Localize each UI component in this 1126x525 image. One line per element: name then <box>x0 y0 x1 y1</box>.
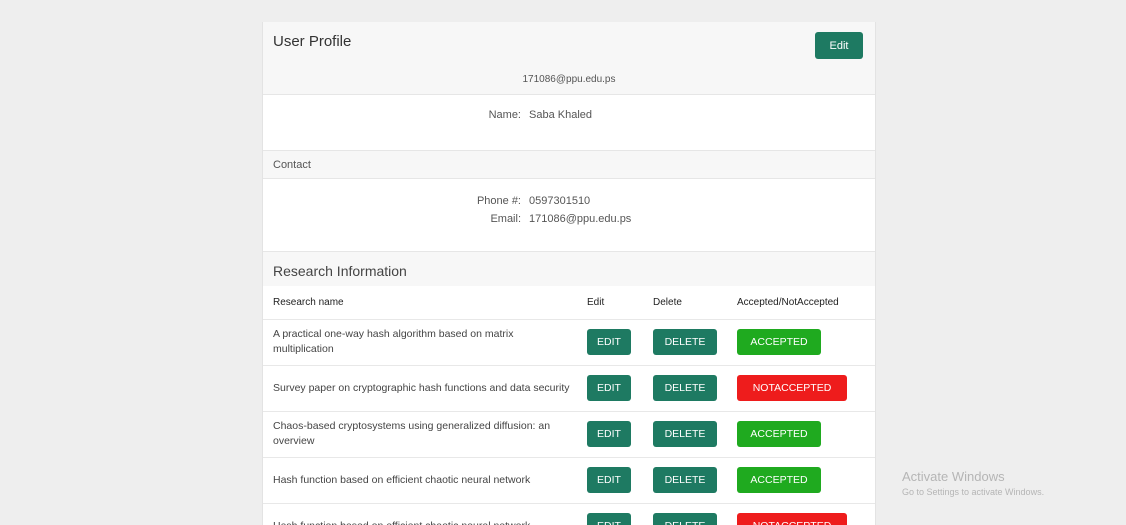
delete-research-button[interactable]: DELETE <box>653 421 717 447</box>
email-row: Email: 171086@ppu.edu.ps <box>263 213 875 225</box>
delete-research-button[interactable]: DELETE <box>653 513 717 525</box>
delete-research-button[interactable]: DELETE <box>653 467 717 493</box>
research-name: A practical one-way hash algorithm based… <box>263 318 581 365</box>
column-header-edit: Edit <box>587 296 605 308</box>
contact-block: Phone #: 0597301510 Email: 171086@ppu.ed… <box>263 179 875 251</box>
email-label: Email: <box>490 213 521 225</box>
research-name: Survey paper on cryptographic hash funct… <box>263 364 581 411</box>
delete-research-button[interactable]: DELETE <box>653 329 717 355</box>
phone-value: 0597301510 <box>529 195 591 207</box>
edit-research-button[interactable]: EDIT <box>587 467 631 493</box>
not-accepted-status-button[interactable]: NOTACCEPTED <box>737 375 847 401</box>
research-table-header: Research name Edit Delete Accepted/NotAc… <box>263 286 875 319</box>
name-block: Name: Saba Khaled <box>263 95 875 151</box>
accepted-status-button[interactable]: ACCEPTED <box>737 467 821 493</box>
delete-research-button[interactable]: DELETE <box>653 375 717 401</box>
column-header-status: Accepted/NotAccepted <box>737 296 839 308</box>
phone-label: Phone #: <box>476 195 521 207</box>
name-row: Name: Saba Khaled <box>263 109 875 121</box>
profile-email: 171086@ppu.edu.ps <box>522 74 616 85</box>
table-row: A practical one-way hash algorithm based… <box>263 318 875 365</box>
email-value: 171086@ppu.edu.ps <box>529 213 632 225</box>
edit-research-button[interactable]: EDIT <box>587 375 631 401</box>
not-accepted-status-button[interactable]: NOTACCEPTED <box>737 513 847 525</box>
profile-header: User Profile Edit 171086@ppu.edu.ps <box>263 22 875 95</box>
name-value: Saba Khaled <box>529 109 592 121</box>
research-table: Research name Edit Delete Accepted/NotAc… <box>263 286 875 525</box>
edit-research-button[interactable]: EDIT <box>587 329 631 355</box>
table-row: Hash function based on efficient chaotic… <box>263 456 875 503</box>
user-profile-card: User Profile Edit 171086@ppu.edu.ps Name… <box>262 22 876 525</box>
edit-research-button[interactable]: EDIT <box>587 513 631 525</box>
column-header-name: Research name <box>273 296 344 308</box>
research-name: Hash function based on efficient chaotic… <box>263 456 581 503</box>
page-title: User Profile <box>273 33 352 50</box>
table-row: Survey paper on cryptographic hash funct… <box>263 364 875 411</box>
contact-heading: Contact <box>263 151 875 179</box>
watermark-subtitle: Go to Settings to activate Windows. <box>902 487 1045 497</box>
edit-research-button[interactable]: EDIT <box>587 421 631 447</box>
accepted-status-button[interactable]: ACCEPTED <box>737 421 821 447</box>
research-name: Chaos-based cryptosystems using generali… <box>263 410 581 457</box>
name-label: Name: <box>488 109 521 121</box>
phone-row: Phone #: 0597301510 <box>263 195 875 207</box>
windows-activation-watermark: Activate Windows Go to Settings to activ… <box>902 469 1044 497</box>
accepted-status-button[interactable]: ACCEPTED <box>737 329 821 355</box>
edit-profile-button[interactable]: Edit <box>815 32 863 59</box>
watermark-title: Activate Windows <box>902 469 1005 484</box>
research-name: Hash function based on efficient chaotic… <box>263 502 581 525</box>
column-header-delete: Delete <box>653 296 682 308</box>
table-row: Chaos-based cryptosystems using generali… <box>263 410 875 457</box>
research-heading: Research Information <box>263 251 875 286</box>
table-row: Hash function based on efficient chaotic… <box>263 502 875 525</box>
